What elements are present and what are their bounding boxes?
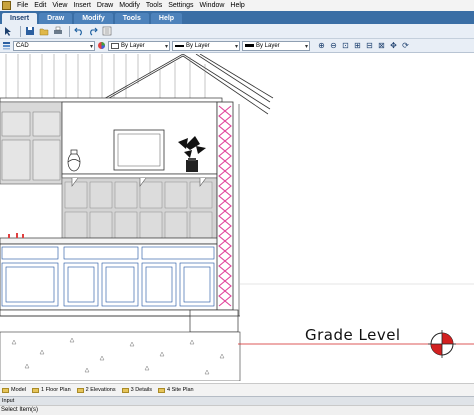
color-select[interactable]: By Layer ▾ bbox=[108, 40, 170, 51]
command-input-bar[interactable]: Input bbox=[0, 396, 474, 405]
layer-select[interactable]: CAD ▾ bbox=[13, 40, 95, 51]
layout-tab-site-plan[interactable]: 4 Site Plan bbox=[158, 387, 194, 393]
folder-icon bbox=[2, 387, 9, 393]
linetype-select-value: By Layer bbox=[186, 42, 210, 49]
menu-insert[interactable]: Insert bbox=[70, 0, 94, 11]
drawing-canvas[interactable]: Grade Level bbox=[0, 54, 474, 381]
folder-icon bbox=[158, 387, 166, 393]
menu-tools[interactable]: Tools bbox=[143, 0, 165, 11]
open-folder-icon[interactable] bbox=[38, 26, 49, 37]
menu-window[interactable]: Window bbox=[197, 0, 228, 11]
pan-icon[interactable]: ✥ bbox=[388, 40, 399, 51]
layout-tab-bar: Model 1 Floor Plan 2 Elevations 3 Detail… bbox=[0, 383, 474, 396]
tab-help[interactable]: Help bbox=[150, 13, 183, 24]
zoom-out-icon[interactable]: ⊖ bbox=[328, 40, 339, 51]
color-swatch bbox=[111, 42, 119, 49]
folder-icon bbox=[31, 387, 39, 393]
menu-edit[interactable]: Edit bbox=[31, 0, 49, 11]
zoom-extents-icon[interactable]: ⊞ bbox=[352, 40, 363, 51]
zoom-all-icon[interactable]: ⊠ bbox=[376, 40, 387, 51]
tab-modify[interactable]: Modify bbox=[74, 13, 113, 24]
save-icon[interactable] bbox=[24, 26, 35, 37]
siding-lines bbox=[5, 54, 151, 99]
menu-bar: File Edit View Insert Draw Modify Tools … bbox=[0, 0, 474, 11]
menu-help[interactable]: Help bbox=[227, 0, 247, 11]
layout-tab-label: 4 Site Plan bbox=[167, 387, 194, 393]
layout-tab-floor-plan[interactable]: 1 Floor Plan bbox=[31, 387, 71, 393]
cad-application-window: File Edit View Insert Draw Modify Tools … bbox=[0, 0, 474, 415]
redo-icon[interactable] bbox=[87, 26, 98, 37]
menu-view[interactable]: View bbox=[49, 0, 70, 11]
layout-tab-label: Model bbox=[11, 387, 26, 393]
ribbon-tab-bar: Insert Draw Modify Tools Help bbox=[0, 11, 474, 24]
linetype-select[interactable]: By Layer ▾ bbox=[172, 40, 240, 51]
layout-tab-model[interactable]: Model bbox=[2, 387, 26, 393]
menu-modify[interactable]: Modify bbox=[116, 0, 143, 11]
floor-slab bbox=[0, 331, 241, 381]
header-beam bbox=[0, 97, 223, 103]
shelf bbox=[61, 173, 218, 179]
layout-tab-label: 2 Elevations bbox=[85, 387, 116, 393]
chevron-down-icon: ▾ bbox=[304, 43, 308, 50]
layer-manager-icon[interactable] bbox=[2, 40, 11, 51]
lineweight-select-value: By Layer bbox=[256, 42, 280, 49]
chevron-down-icon: ▾ bbox=[164, 43, 168, 50]
menu-file[interactable]: File bbox=[14, 0, 31, 11]
zoom-window-icon[interactable]: ⊡ bbox=[340, 40, 351, 51]
toolbar-separator bbox=[69, 25, 70, 37]
grade-marker-icon bbox=[428, 330, 456, 358]
grade-level-label: Grade Level bbox=[305, 326, 401, 344]
folder-icon bbox=[121, 387, 129, 393]
layer-select-value: CAD bbox=[16, 42, 29, 49]
input-label: Input bbox=[2, 398, 15, 404]
layout-tab-elevations[interactable]: 2 Elevations bbox=[76, 387, 116, 393]
undo-icon[interactable] bbox=[73, 26, 84, 37]
properties-toolbar: CAD ▾ By Layer ▾ By Layer ▾ By Layer ▾ ⊕… bbox=[0, 39, 474, 53]
toolbar-separator bbox=[20, 25, 21, 37]
tab-draw[interactable]: Draw bbox=[39, 13, 73, 24]
status-text: Select Item(s) bbox=[1, 407, 39, 413]
faucet-items bbox=[8, 233, 24, 238]
main-toolbar bbox=[0, 24, 474, 39]
regen-icon[interactable]: ⟳ bbox=[400, 40, 411, 51]
layout-tab-label: 1 Floor Plan bbox=[40, 387, 71, 393]
chevron-down-icon: ▾ bbox=[89, 43, 93, 50]
elevation-drawing bbox=[0, 54, 474, 381]
base-cabinets bbox=[0, 243, 219, 311]
toe-kick bbox=[0, 309, 219, 317]
layout-tab-details[interactable]: 3 Details bbox=[121, 387, 153, 393]
tab-insert[interactable]: Insert bbox=[2, 13, 38, 24]
layout-tab-label: 3 Details bbox=[130, 387, 153, 393]
linetype-swatch bbox=[175, 44, 184, 47]
foundation-wall bbox=[189, 309, 239, 333]
countertop bbox=[0, 237, 219, 245]
tab-tools[interactable]: Tools bbox=[114, 13, 149, 24]
zoom-previous-icon[interactable]: ⊟ bbox=[364, 40, 375, 51]
select-arrow-icon[interactable] bbox=[3, 26, 14, 37]
menu-draw[interactable]: Draw bbox=[94, 0, 116, 11]
lineweight-select[interactable]: By Layer ▾ bbox=[242, 40, 310, 51]
folder-icon bbox=[76, 387, 84, 393]
lineweight-swatch bbox=[245, 44, 254, 47]
zoom-in-icon[interactable]: ⊕ bbox=[316, 40, 327, 51]
menu-settings[interactable]: Settings bbox=[165, 0, 196, 11]
color-wheel-icon[interactable] bbox=[97, 40, 106, 51]
print-icon[interactable] bbox=[52, 26, 63, 37]
color-select-value: By Layer bbox=[121, 42, 145, 49]
properties-icon[interactable] bbox=[101, 26, 112, 37]
status-bar: Select Item(s) bbox=[0, 405, 474, 415]
chevron-down-icon: ▾ bbox=[234, 43, 238, 50]
app-icon[interactable] bbox=[2, 1, 11, 10]
